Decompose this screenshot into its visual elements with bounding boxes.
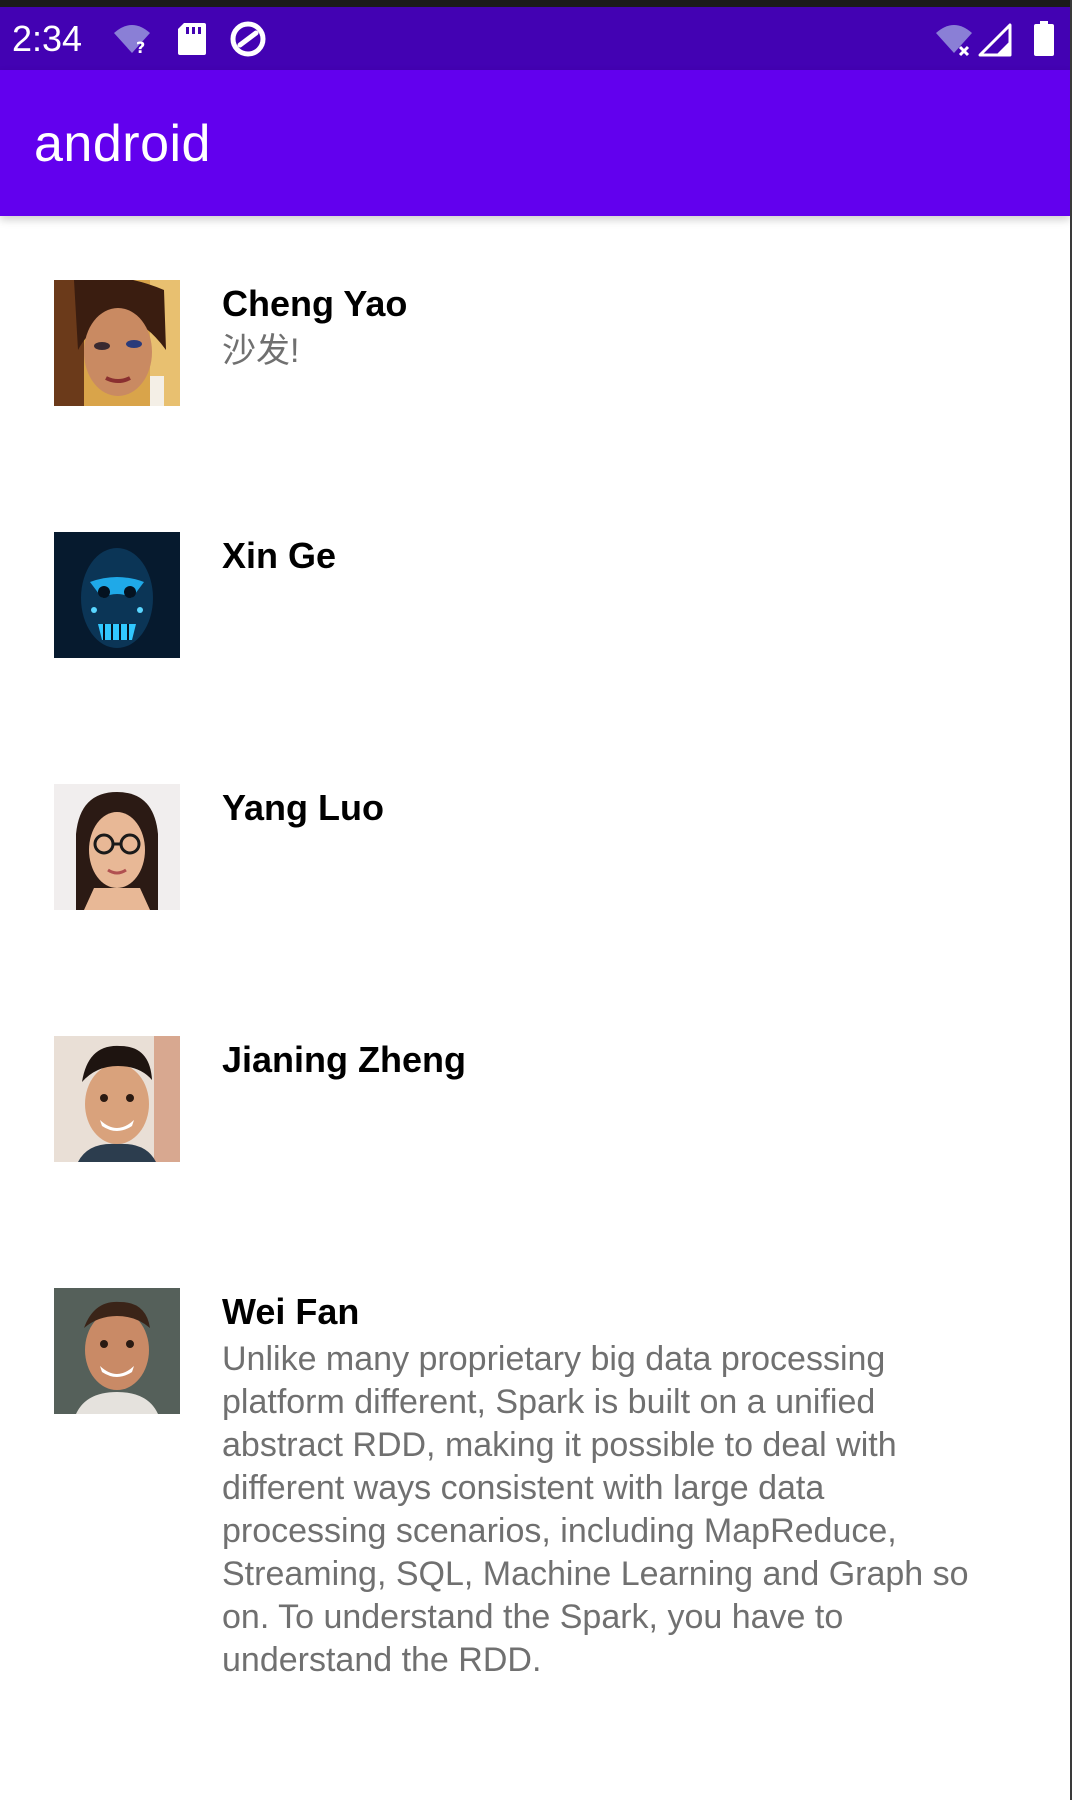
- wifi-off-icon: [936, 25, 972, 57]
- contact-message: 沙发!: [222, 332, 300, 370]
- svg-text:?: ?: [136, 38, 145, 57]
- battery-icon: [1034, 21, 1054, 56]
- avatar-photo-cheng-yao: [54, 280, 180, 406]
- contact-list[interactable]: Cheng Yao 沙发! Xin Ge Yang Luo Jianing Zh…: [0, 216, 1070, 1800]
- contact-name: Jianing Zheng: [222, 1039, 467, 1080]
- avatar: [54, 1036, 180, 1162]
- wifi-question-icon: ?: [114, 25, 150, 57]
- contact-message: Unlike many proprietary big data process…: [222, 1340, 969, 1679]
- app-bar: android: [0, 70, 1070, 216]
- avatar-photo-xin-ge: [54, 532, 180, 658]
- contact-name: Cheng Yao: [222, 283, 408, 324]
- avatar-photo-yang-luo: [54, 784, 180, 910]
- list-item[interactable]: Yang Luo: [0, 720, 1070, 972]
- avatar-photo-jianing-zheng: [54, 1036, 180, 1162]
- system-top-strip: [0, 0, 1072, 7]
- status-time: 2:34: [12, 18, 83, 59]
- status-bar: 2:34 ?: [0, 7, 1070, 70]
- avatar: [54, 1288, 180, 1414]
- avatar: [54, 784, 180, 910]
- do-not-disturb-icon: [230, 21, 266, 57]
- avatar: [54, 280, 180, 406]
- app-screen: 2:34 ? android Cheng Yao 沙发! Xin Ge Yang…: [0, 0, 1072, 1800]
- app-title: android: [34, 115, 211, 173]
- contact-name: Wei Fan: [222, 1291, 360, 1332]
- list-item[interactable]: Jianing Zheng: [0, 972, 1070, 1224]
- list-item[interactable]: Wei Fan Unlike many proprietary big data…: [0, 1224, 1070, 1784]
- list-item[interactable]: Xin Ge: [0, 468, 1070, 720]
- sd-card-icon: [178, 23, 206, 55]
- list-item[interactable]: Cheng Yao 沙发!: [0, 216, 1070, 468]
- contact-name: Yang Luo: [222, 787, 384, 828]
- avatar: [54, 532, 180, 658]
- cell-signal-icon: [978, 23, 1012, 57]
- contact-name: Xin Ge: [222, 535, 337, 576]
- avatar-photo-wei-fan: [54, 1288, 180, 1414]
